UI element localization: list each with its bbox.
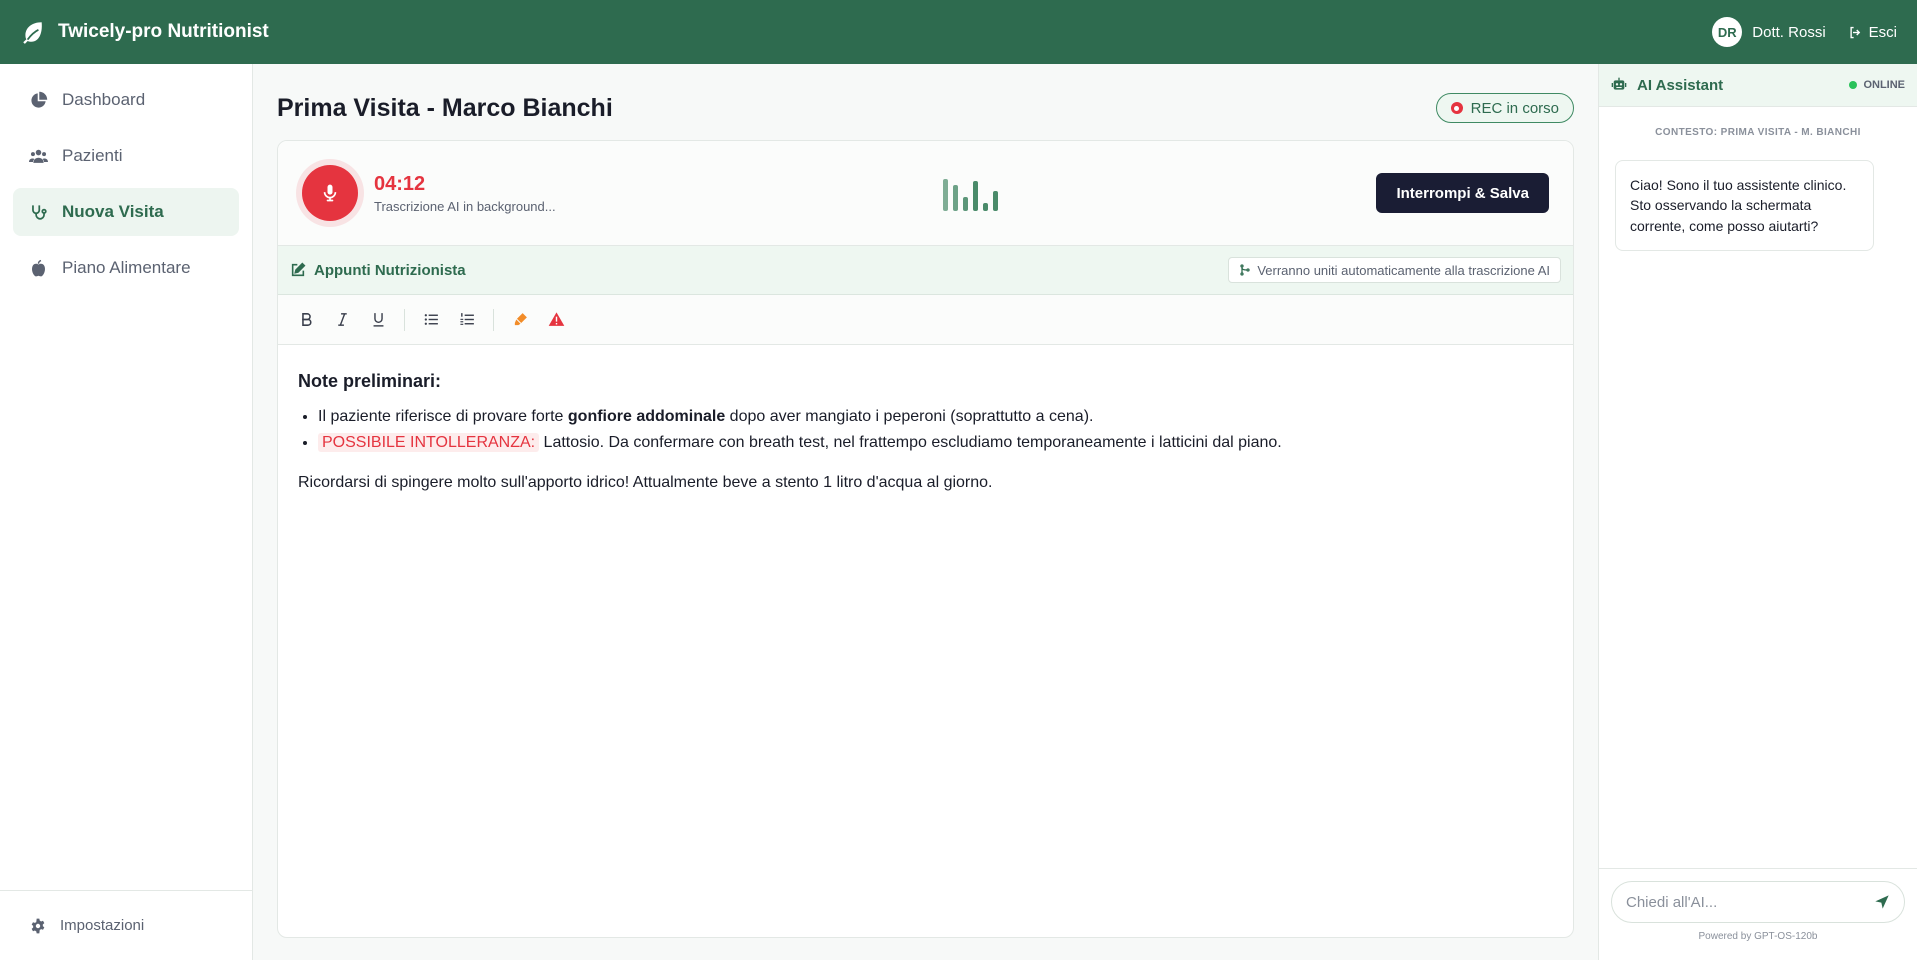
merge-info-label: Verranno uniti automaticamente alla tras…: [1257, 262, 1550, 278]
recorder-panel: 04:12 Trascrizione AI in background... I…: [278, 141, 1573, 245]
waveform-bar: [963, 197, 968, 211]
waveform-bar: [973, 181, 978, 211]
top-bar: Twicely-pro Nutritionist DR Dott. Rossi …: [0, 0, 1917, 64]
toolbar-divider: [404, 308, 405, 331]
bold-text: gonfiore addominale: [567, 407, 726, 425]
toolbar-divider: [493, 308, 494, 331]
text-span: dopo aver mangiato i peperoni (soprattut…: [725, 407, 1094, 425]
sidebar-item-label: Dashboard: [62, 90, 146, 109]
ai-title-label: AI Assistant: [1637, 76, 1724, 94]
numbered-list-button[interactable]: [451, 304, 483, 336]
send-icon[interactable]: [1874, 894, 1890, 910]
highlighter-icon: [514, 313, 527, 326]
notes-title-label: Appunti Nutrizionista: [314, 261, 466, 279]
merge-icon: [1240, 264, 1250, 276]
list-item: POSSIBILE INTOLLERANZA: Lattosio. Da con…: [318, 430, 1553, 456]
waveform-bar: [953, 185, 958, 211]
text-span: Il paziente riferisce di provare forte: [318, 407, 568, 425]
bold-button[interactable]: [290, 304, 322, 336]
leaf-icon: [23, 22, 42, 44]
microphone-icon: [323, 184, 337, 202]
brand-name: Twicely-pro Nutritionist: [58, 21, 269, 42]
users-icon: [29, 149, 48, 163]
page-header: Prima Visita - Marco Bianchi REC in cors…: [277, 88, 1574, 128]
notes-title: Appunti Nutrizionista: [290, 262, 466, 279]
avatar: DR: [1712, 17, 1743, 47]
main-content: Prima Visita - Marco Bianchi REC in cors…: [253, 64, 1598, 960]
bold-icon: [301, 313, 311, 326]
text-span: Lattosio. Da confermare con breath test,…: [539, 434, 1282, 452]
sidebar-item-piano-alimentare[interactable]: Piano Alimentare: [13, 244, 239, 292]
stethoscope-icon: [32, 204, 47, 220]
sidebar-item-label: Nuova Visita: [62, 202, 164, 221]
warning-tag-button[interactable]: [540, 304, 572, 336]
ai-status-badge: ONLINE: [1849, 79, 1905, 91]
page-title: Prima Visita - Marco Bianchi: [277, 93, 613, 122]
ai-message: Ciao! Sono il tuo assistente clinico. St…: [1615, 160, 1874, 251]
ai-title: AI Assistant: [1611, 77, 1723, 94]
bullet-list-button[interactable]: [415, 304, 447, 336]
powered-by-label: Powered by GPT-OS-120b: [1698, 931, 1818, 942]
settings-label: Impostazioni: [60, 917, 145, 934]
pie-chart-icon: [31, 91, 48, 108]
user-name: Dott. Rossi: [1752, 23, 1826, 41]
italic-icon: [337, 313, 347, 326]
italic-button[interactable]: [326, 304, 358, 336]
editor-paragraph: Ricordarsi di spingere molto sull'apport…: [298, 473, 993, 491]
robot-icon: [1611, 77, 1627, 90]
editor-toolbar: [278, 295, 1573, 345]
timer-box: 04:12 Trascrizione AI in background...: [374, 173, 556, 214]
intolerance-tag: POSSIBILE INTOLLERANZA:: [318, 433, 540, 453]
bullet-list-icon: [424, 314, 438, 325]
ai-status-label: ONLINE: [1863, 79, 1905, 91]
numbered-list-icon: [459, 313, 474, 325]
waveform-bar: [943, 179, 948, 211]
logout-label: Esci: [1868, 23, 1897, 41]
merge-info-badge: Verranno uniti automaticamente alla tras…: [1228, 257, 1561, 283]
rec-badge-label: REC in corso: [1470, 99, 1559, 117]
apple-icon: [32, 259, 45, 276]
ai-header: AI Assistant ONLINE: [1599, 64, 1917, 107]
recording-timer: 04:12: [374, 172, 426, 195]
edit-icon: [291, 262, 306, 277]
underline-button[interactable]: [362, 304, 394, 336]
notes-editor[interactable]: Note preliminari: Il paziente riferisce …: [278, 345, 1573, 518]
recording-subtitle: Trascrizione AI in background...: [374, 198, 556, 214]
user-menu[interactable]: DR Dott. Rossi: [1712, 17, 1826, 47]
sidebar-item-label: Pazienti: [62, 146, 123, 165]
sidebar-item-label: Piano Alimentare: [62, 258, 191, 277]
rec-status-badge: REC in corso: [1435, 93, 1574, 123]
list-item: Il paziente riferisce di provare forte g…: [318, 404, 1553, 430]
ai-chat-input[interactable]: [1626, 893, 1874, 911]
logout-icon: [1850, 26, 1860, 38]
stop-and-save-button[interactable]: Interrompi & Salva: [1376, 173, 1549, 213]
ai-context-label: CONTESTO: PRIMA VISITA - M. BIANCHI: [1655, 127, 1861, 138]
gear-icon: [31, 918, 45, 933]
waveform-bar: [993, 191, 998, 211]
sidebar-item-settings[interactable]: Impostazioni: [0, 890, 252, 960]
highlight-button[interactable]: [504, 304, 536, 336]
audio-waveform: [943, 177, 998, 211]
editor-list: Il paziente riferisce di provare forte g…: [298, 404, 1553, 456]
sidebar-item-nuova-visita[interactable]: Nuova Visita: [13, 188, 239, 236]
brand[interactable]: Twicely-pro Nutritionist: [20, 19, 269, 45]
visit-card: 04:12 Trascrizione AI in background... I…: [277, 140, 1574, 938]
underline-icon: [373, 313, 383, 327]
microphone-button[interactable]: [302, 165, 358, 221]
editor-heading: Note preliminari:: [298, 371, 442, 391]
ai-input-area: Powered by GPT-OS-120b: [1599, 868, 1917, 960]
online-dot-icon: [1849, 81, 1858, 89]
waveform-bar: [983, 203, 988, 211]
sidebar: Dashboard Pazienti Nuova Visita Piano Al…: [0, 64, 253, 960]
notes-header: Appunti Nutrizionista Verranno uniti aut…: [278, 245, 1573, 295]
logout-button[interactable]: Esci: [1848, 24, 1897, 41]
record-dot-icon: [1450, 102, 1463, 114]
ai-assistant-panel: AI Assistant ONLINE CONTESTO: PRIMA VISI…: [1598, 64, 1917, 960]
sidebar-item-pazienti[interactable]: Pazienti: [13, 132, 239, 180]
warning-icon: [548, 312, 564, 326]
sidebar-item-dashboard[interactable]: Dashboard: [13, 76, 239, 124]
ai-input-box: [1611, 881, 1905, 923]
sidebar-nav: Dashboard Pazienti Nuova Visita Piano Al…: [0, 64, 252, 312]
